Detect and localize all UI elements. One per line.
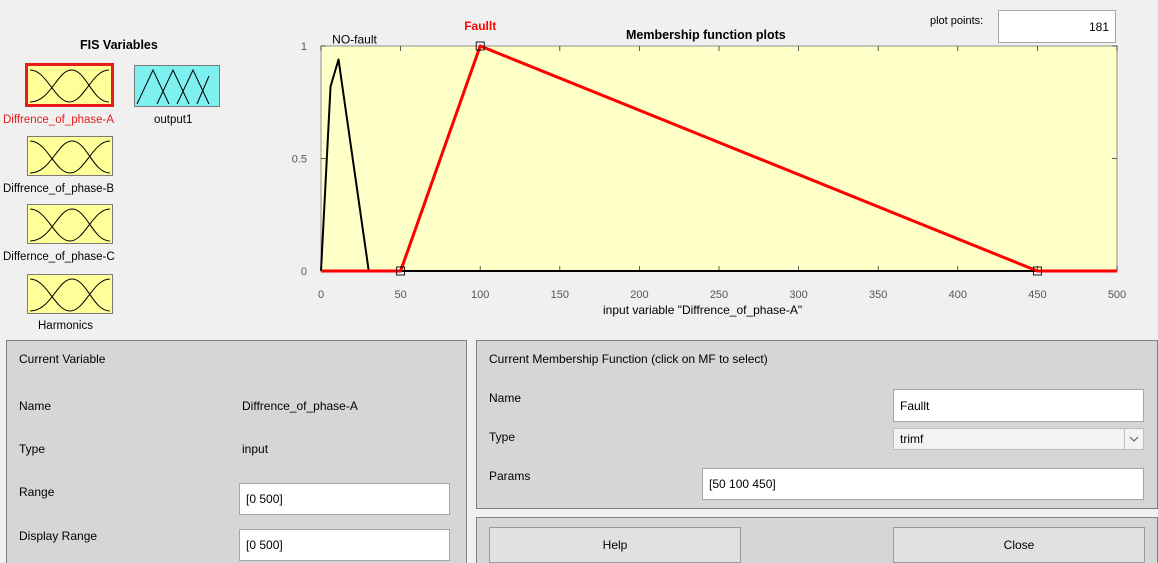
range-label: Range [19, 485, 55, 499]
help-button[interactable]: Help [489, 527, 741, 563]
x-tick-label: 150 [551, 289, 569, 301]
close-button[interactable]: Close [893, 527, 1145, 563]
membership-function-plot[interactable]: 0 50 100 150 200 250 300 350 400 450 500 0 0.5 1 NO-fa… [0, 0, 1158, 330]
mf-params-input[interactable]: [50 100 450] [702, 468, 1144, 500]
y-tick-label: 1 [301, 41, 307, 53]
x-tick-label: 0 [318, 289, 324, 301]
display-range-label: Display Range [19, 529, 98, 543]
x-tick-label: 200 [630, 289, 648, 301]
current-variable-header: Current Variable [19, 352, 106, 366]
x-tick-label: 400 [949, 289, 967, 301]
display-range-input[interactable]: [0 500] [239, 529, 450, 561]
current-mf-header: Current Membership Function (click on MF… [489, 352, 768, 366]
x-tick-label: 350 [869, 289, 887, 301]
mf-curve-label: Faullt [464, 19, 496, 33]
y-tick-label: 0.5 [292, 154, 307, 166]
x-axis-label: input variable "Diffrence_of_phase-A" [603, 303, 803, 317]
x-tick-label: 300 [789, 289, 807, 301]
variable-type-value: input [242, 442, 269, 456]
mf-type-select[interactable]: trimf [893, 428, 1144, 450]
variable-type-label: Type [19, 442, 46, 456]
mf-params-label: Params [489, 469, 531, 483]
mf-type-label: Type [489, 430, 516, 444]
mf-name-input[interactable]: Faullt [893, 389, 1144, 422]
x-tick-label: 100 [471, 289, 489, 301]
variable-name-value: Diffrence_of_phase-A [242, 399, 358, 413]
x-tick-label: 50 [394, 289, 406, 301]
y-tick-label: 0 [301, 266, 307, 278]
mf-curve-label: NO-fault [332, 33, 377, 47]
x-tick-label: 250 [710, 289, 728, 301]
x-tick-label: 450 [1028, 289, 1046, 301]
mf-type-value: trimf [900, 432, 924, 446]
x-tick-label: 500 [1108, 289, 1126, 301]
variable-name-label: Name [19, 399, 52, 413]
mf-name-label: Name [489, 391, 522, 405]
chevron-down-icon [1124, 429, 1143, 449]
range-input[interactable]: [0 500] [239, 483, 450, 515]
